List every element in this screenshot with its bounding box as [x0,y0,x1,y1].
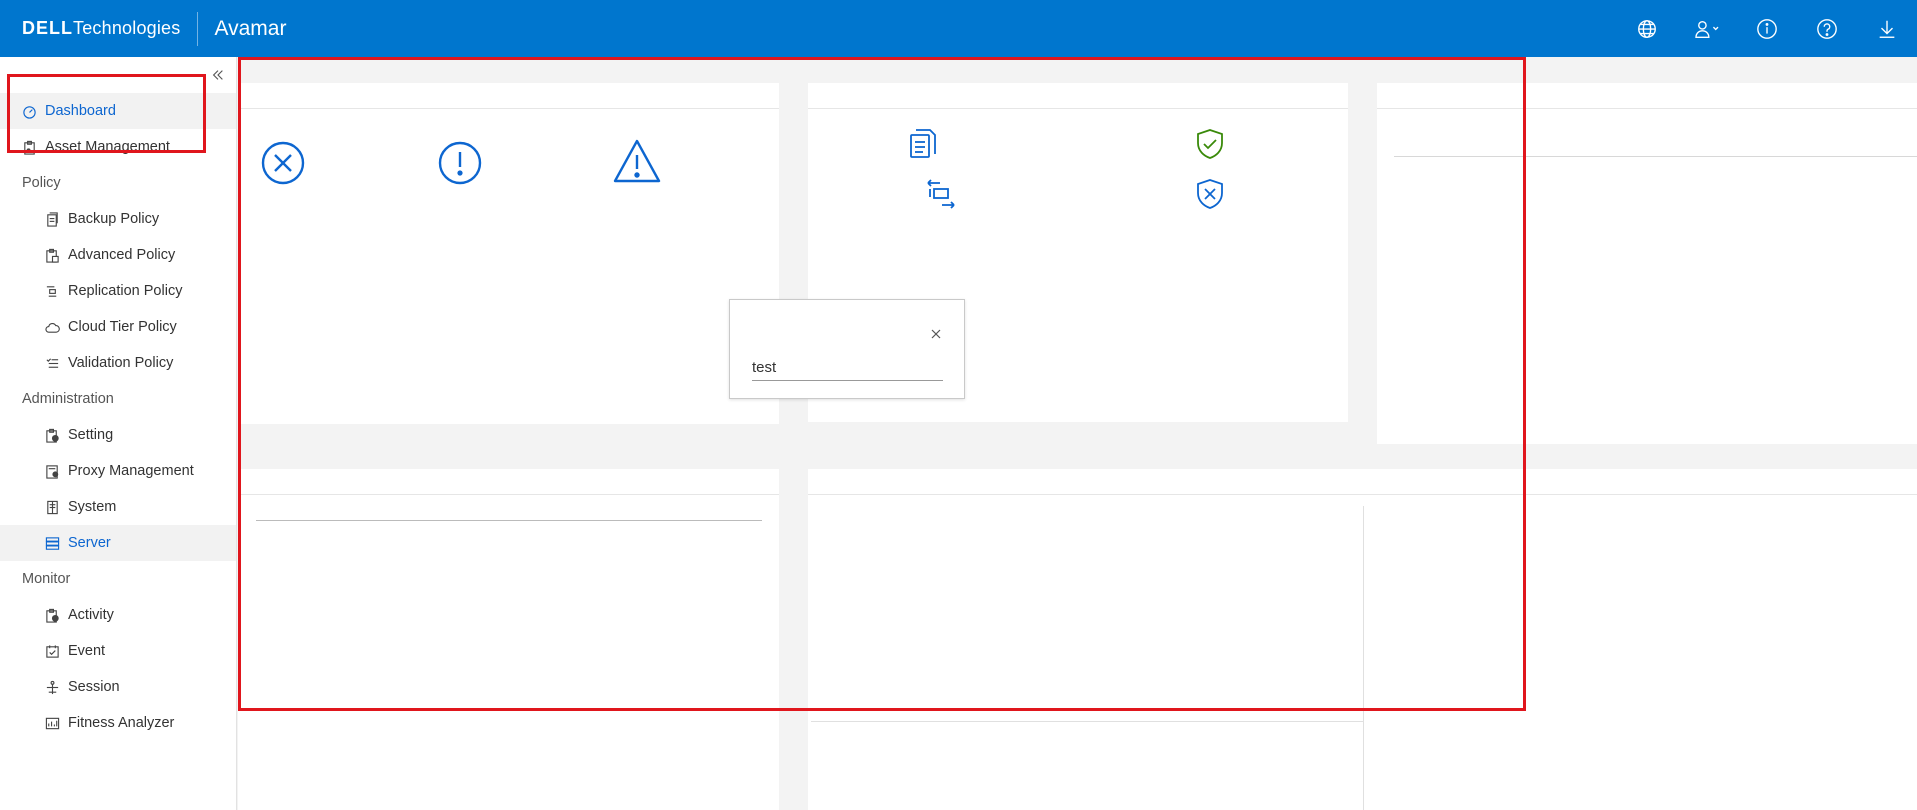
sidebar-item-label: Proxy Management [68,463,194,479]
bottom-right-card [808,469,1917,810]
sidebar-item-label: Asset Management [45,139,170,155]
critical-x-icon[interactable] [260,140,306,186]
sidebar-item-label: Activity [68,607,114,623]
sidebar-item-label: Replication Policy [68,283,183,299]
replication-icon [45,284,60,299]
system-icon [45,500,60,515]
warning-triangle-icon[interactable] [612,137,662,187]
brand-bold: DELL [22,18,73,38]
sidebar-item-activity[interactable]: Activity [0,597,236,633]
sidebar-nav: Dashboard Asset Management Policy Backup… [0,93,236,741]
sidebar-item-label: Event [68,643,106,659]
card-divider [238,494,779,495]
doc-icon [45,211,60,227]
section-policy: Policy [22,175,61,191]
brand-rest: Technologies [73,18,181,38]
sidebar-item-asset-management[interactable]: Asset Management [0,129,236,165]
event-icon [45,644,60,659]
sidebar-item-advanced-policy[interactable]: Advanced Policy [0,237,236,273]
section-administration: Administration [22,391,114,407]
server-icon [45,536,60,551]
app-header: DELLTechnologies Avamar [0,0,1917,57]
sidebar-item-label: Setting [68,427,114,443]
sidebar-item-label: Server [68,535,111,551]
dashboard-main [238,57,1917,810]
sidebar-item-cloud-tier-policy[interactable]: Cloud Tier Policy [0,309,236,345]
sidebar-item-label: Cloud Tier Policy [68,319,177,335]
popup-text-field[interactable] [752,354,943,381]
success-shield-icon[interactable] [1193,127,1227,161]
collapse-sidebar-icon[interactable] [209,66,227,84]
section-monitor: Monitor [22,571,71,587]
sidebar: Dashboard Asset Management Policy Backup… [0,57,237,810]
sidebar-item-replication-policy[interactable]: Replication Policy [0,273,236,309]
card-column-divider [1363,506,1364,810]
settings-icon [45,428,60,443]
info-icon[interactable] [1737,0,1797,57]
download-icon[interactable] [1857,0,1917,57]
clipboard-icon [22,140,37,155]
card-divider [808,108,1348,109]
close-icon[interactable] [930,328,942,340]
activity-icon [45,608,60,623]
bottom-left-card [238,469,779,810]
failed-shield-icon[interactable] [1193,177,1227,211]
error-exclamation-icon[interactable] [437,140,483,186]
sidebar-item-dashboard[interactable]: Dashboard [0,93,236,129]
sidebar-item-server[interactable]: Server [0,525,236,561]
sidebar-item-label: Advanced Policy [68,247,176,263]
replication-transfer-icon[interactable] [924,177,958,211]
rename-popup [729,299,965,399]
sidebar-item-setting[interactable]: Setting [0,417,236,453]
alerts-card [238,83,779,424]
help-icon[interactable] [1797,0,1857,57]
chart-icon [45,716,60,731]
brand-separator [197,11,199,46]
card-divider [808,494,1917,495]
sidebar-item-label: System [68,499,117,515]
card-divider [238,108,779,109]
advanced-doc-icon [45,248,60,263]
sidebar-item-proxy-management[interactable]: Proxy Management [0,453,236,489]
proxy-icon [45,464,60,479]
sidebar-item-system[interactable]: System [0,489,236,525]
app-name: Avamar [214,16,287,40]
dashboard-icon [22,104,37,119]
card-divider-inner [1394,156,1917,157]
session-icon [45,680,60,695]
card-divider-inner [811,721,1363,722]
user-menu-icon[interactable] [1677,0,1737,57]
checklist-icon [45,356,60,371]
sidebar-item-label: Dashboard [45,103,116,119]
cloud-icon [45,320,60,335]
sidebar-item-validation-policy[interactable]: Validation Policy [0,345,236,381]
brand: DELLTechnologies Avamar [0,0,286,57]
card-divider-inner [256,520,762,521]
header-icons [1617,0,1917,57]
sidebar-item-label: Fitness Analyzer [68,715,175,731]
sidebar-item-backup-policy[interactable]: Backup Policy [0,201,236,237]
sidebar-item-session[interactable]: Session [0,669,236,705]
globe-icon[interactable] [1617,0,1677,57]
card-divider [1377,108,1917,109]
dell-logo: DELLTechnologies [22,18,180,39]
sidebar-item-label: Validation Policy [68,355,174,371]
sidebar-item-label: Session [68,679,120,695]
sidebar-item-fitness-analyzer[interactable]: Fitness Analyzer [0,705,236,741]
backup-doc-icon[interactable] [906,127,940,161]
sidebar-item-event[interactable]: Event [0,633,236,669]
sidebar-item-label: Backup Policy [68,211,160,227]
capacity-card [1377,83,1917,444]
